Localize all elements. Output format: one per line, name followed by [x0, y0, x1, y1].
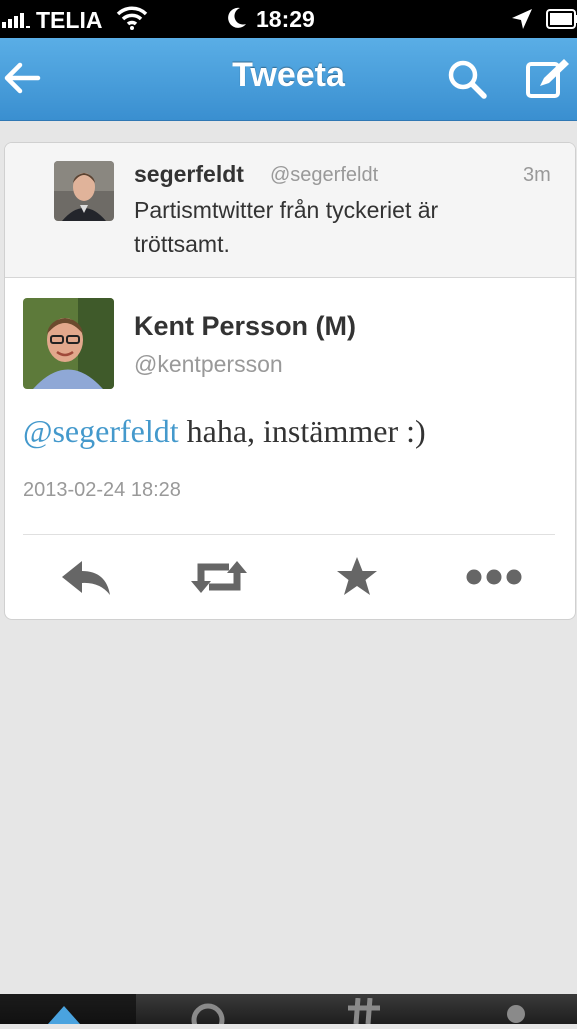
retweet-button[interactable] [191, 555, 247, 599]
profile-photo-segerfeldt [54, 161, 114, 221]
mention-link[interactable]: @segerfeldt [23, 413, 179, 449]
profile-icon [507, 1005, 525, 1023]
tweet-text: @segerfeldt haha, instämmer :) [23, 413, 563, 450]
compose-button[interactable] [524, 56, 570, 102]
discover-icon [348, 997, 380, 1025]
tab-discover[interactable] [344, 997, 384, 1025]
location-arrow-icon [512, 9, 532, 29]
avatar[interactable] [54, 161, 114, 221]
tweet-timestamp: 2013-02-24 18:28 [23, 479, 181, 501]
profile-photo-kentpersson [23, 298, 114, 389]
author-handle: @kentpersson [134, 351, 283, 377]
wifi-icon [116, 6, 148, 30]
compose-icon [526, 59, 569, 98]
in-reply-to-tweet[interactable]: segerfeldt @segerfeldt 3m Partismtwitter… [5, 143, 575, 278]
search-button[interactable] [444, 56, 490, 102]
tab-bar [0, 994, 577, 1029]
battery-icon [546, 9, 577, 29]
reply-button[interactable] [60, 555, 112, 599]
author-name[interactable]: Kent Persson (M) [134, 311, 356, 342]
more-icon [466, 569, 522, 585]
reply-icon [62, 561, 110, 595]
author-handle: @segerfeldt [270, 164, 379, 186]
mentions-icon [191, 1003, 225, 1029]
avatar[interactable] [23, 298, 114, 389]
signal-strength-icon [2, 13, 30, 28]
tab-home[interactable] [0, 994, 136, 1024]
favorite-icon [337, 557, 377, 595]
tab-me[interactable] [496, 998, 536, 1024]
clock: 18:29 [256, 6, 315, 32]
status-bar: TELIA 18:29 [0, 0, 577, 38]
page-title: Tweeta [232, 56, 345, 94]
tweet-text: Partismtwitter från tyckeriet är tröttsa… [134, 197, 439, 257]
navigation-bar: Tweeta [0, 38, 577, 121]
tweet-age: 3m [523, 164, 551, 186]
retweet-icon [191, 561, 247, 593]
tweet-body: haha, instämmer :) [186, 413, 426, 449]
divider [23, 534, 555, 535]
do-not-disturb-moon-icon [228, 7, 246, 28]
search-icon [448, 60, 487, 99]
carrier-name: TELIA [36, 7, 103, 33]
tab-connect[interactable] [188, 998, 228, 1029]
tweet-detail-card: segerfeldt @segerfeldt 3m Partismtwitter… [4, 142, 576, 620]
author-name: segerfeldt [134, 161, 244, 187]
home-icon [48, 1006, 80, 1024]
more-button[interactable] [465, 555, 522, 599]
favorite-button[interactable] [331, 555, 383, 599]
